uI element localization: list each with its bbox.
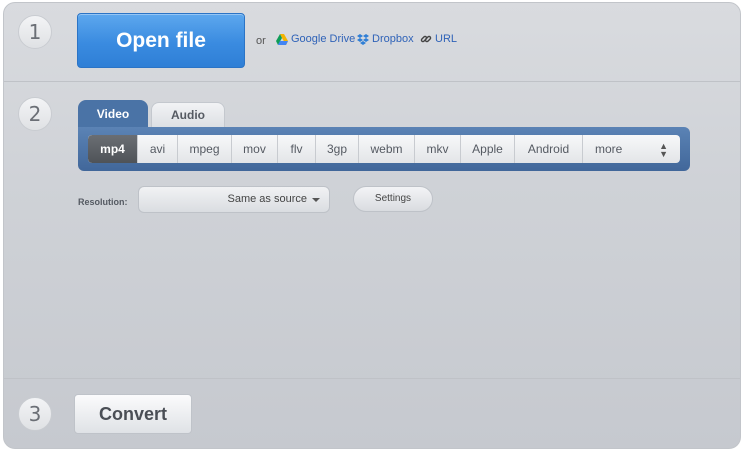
format-flv[interactable]: flv [278, 135, 316, 163]
step-3-section: 3 Convert [4, 380, 740, 448]
format-list: mp4 avi mpeg mov flv 3gp webm mkv Apple … [88, 135, 680, 163]
resolution-label: Resolution: [78, 197, 128, 207]
step-1-badge: 1 [18, 15, 52, 49]
chevron-down-icon [312, 198, 320, 202]
divider [4, 378, 740, 379]
format-mkv[interactable]: mkv [415, 135, 461, 163]
format-apple[interactable]: Apple [461, 135, 515, 163]
settings-button[interactable]: Settings [353, 186, 433, 212]
format-avi[interactable]: avi [138, 135, 178, 163]
link-icon [420, 33, 432, 45]
dropbox-label: Dropbox [372, 33, 414, 45]
url-label: URL [435, 33, 458, 45]
resolution-value: Same as source [227, 193, 307, 205]
format-mpeg[interactable]: mpeg [178, 135, 232, 163]
step-2-section: 2 Video Audio mp4 avi mpeg mov flv 3gp w… [4, 83, 740, 379]
tab-audio[interactable]: Audio [151, 102, 225, 128]
format-more-label: more [595, 142, 623, 156]
up-down-arrows-icon: ▲ ▼ [659, 141, 668, 159]
convert-button[interactable]: Convert [74, 394, 192, 434]
converter-panel: 1 Open file or Google Drive Dropbox URL … [3, 2, 741, 449]
step-2-badge: 2 [18, 97, 52, 131]
format-more-select[interactable]: more ▲ ▼ [583, 135, 680, 163]
resolution-select[interactable]: Same as source [138, 186, 330, 213]
google-drive-link[interactable]: Google Drive [276, 33, 355, 45]
step-1-section: 1 Open file or Google Drive Dropbox URL [4, 3, 740, 82]
format-bar: mp4 avi mpeg mov flv 3gp webm mkv Apple … [78, 127, 690, 171]
google-drive-icon [276, 33, 288, 45]
format-android[interactable]: Android [515, 135, 583, 163]
open-file-button[interactable]: Open file [77, 13, 245, 68]
divider [4, 81, 740, 82]
or-label: or [256, 35, 266, 47]
format-3gp[interactable]: 3gp [316, 135, 359, 163]
url-link[interactable]: URL [420, 33, 457, 45]
format-mp4[interactable]: mp4 [88, 135, 138, 163]
format-mov[interactable]: mov [232, 135, 278, 163]
format-webm[interactable]: webm [359, 135, 415, 163]
dropbox-icon [357, 33, 369, 45]
tab-video[interactable]: Video [78, 100, 148, 128]
step-3-badge: 3 [18, 397, 52, 431]
dropbox-link[interactable]: Dropbox [357, 33, 414, 45]
google-drive-label: Google Drive [291, 33, 356, 45]
